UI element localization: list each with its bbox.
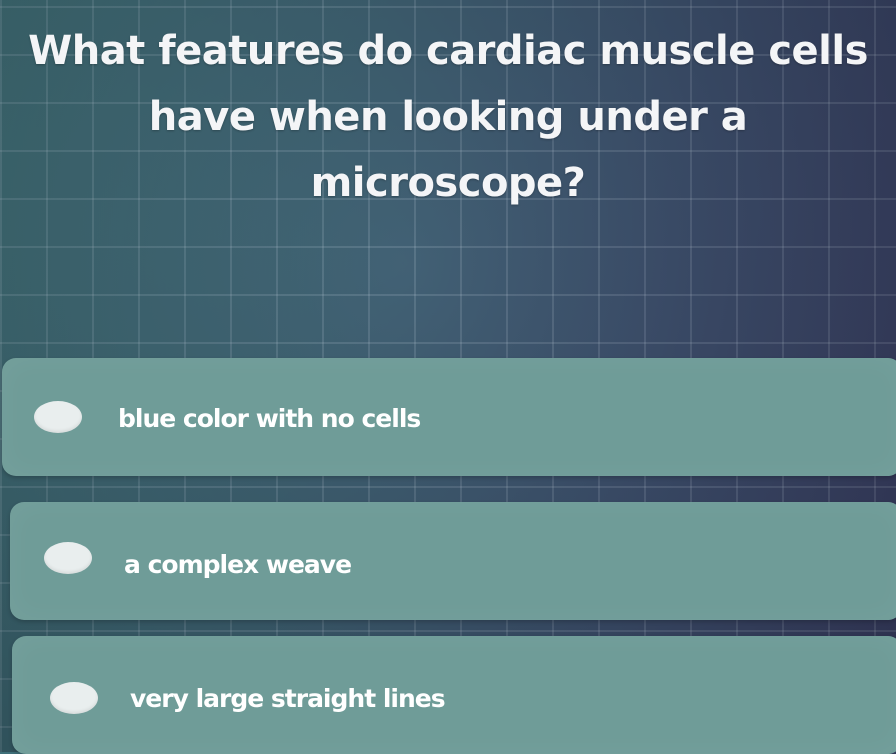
radio-button-icon[interactable] bbox=[44, 542, 92, 574]
answer-option-3[interactable]: very large straight lines bbox=[12, 636, 896, 754]
answer-option-label: blue color with no cells bbox=[118, 404, 421, 433]
answer-option-label: a complex weave bbox=[124, 550, 352, 579]
answer-options: blue color with no cells a complex weave… bbox=[0, 0, 896, 754]
answer-option-2[interactable]: a complex weave bbox=[10, 502, 896, 620]
answer-option-label: very large straight lines bbox=[130, 684, 446, 713]
radio-button-icon[interactable] bbox=[34, 401, 82, 433]
answer-option-1[interactable]: blue color with no cells bbox=[2, 358, 896, 476]
radio-button-icon[interactable] bbox=[50, 682, 98, 714]
